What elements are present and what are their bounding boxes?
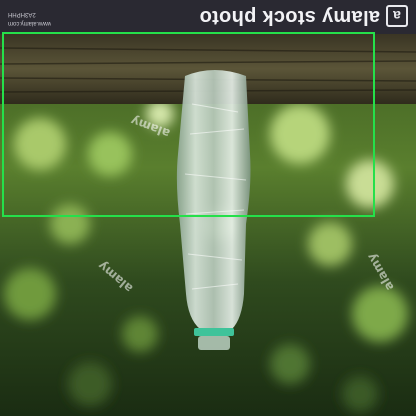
alamy-logo-icon: a [386, 5, 408, 28]
alamy-brand: a alamy stock photo [199, 5, 408, 28]
bounding-box-overlay [2, 32, 375, 217]
image-meta-id: 2A3HPHH [8, 11, 36, 17]
image-meta-site: www.alamy.com [8, 20, 51, 26]
photo-frame: a alamy stock photo www.alamy.com 2A3HPH… [0, 0, 416, 416]
bottle-cap-ring [194, 328, 234, 336]
watermark-banner: a alamy stock photo www.alamy.com 2A3HPH… [0, 0, 416, 34]
bottle-neck [198, 336, 230, 350]
image-meta: www.alamy.com 2A3HPHH [8, 9, 51, 27]
alamy-brand-text: alamy stock photo [199, 6, 380, 28]
